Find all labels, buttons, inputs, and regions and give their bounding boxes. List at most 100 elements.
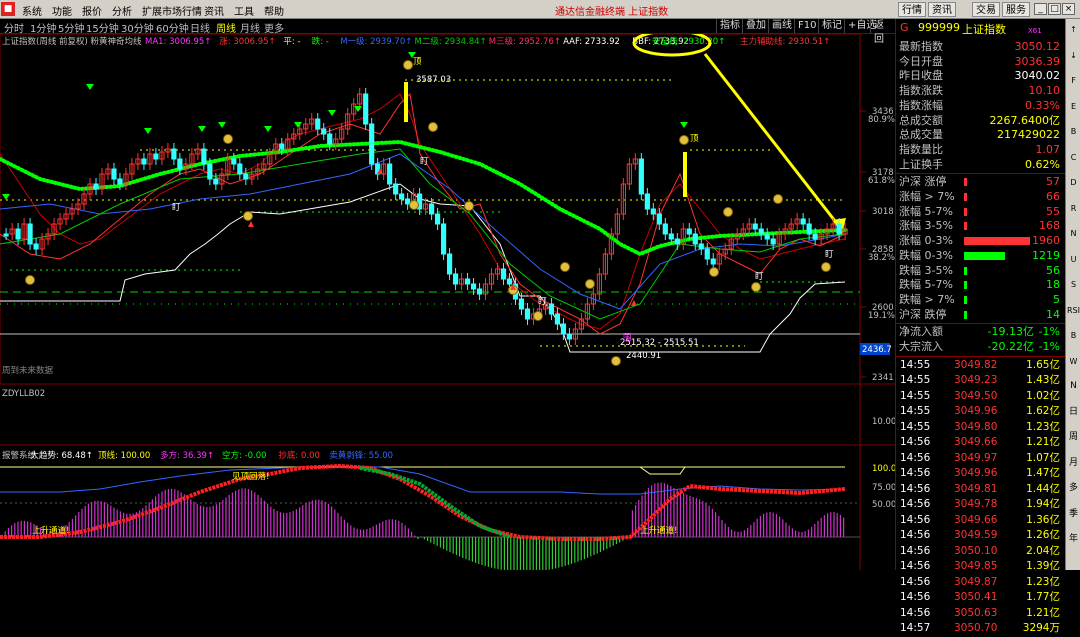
right-tool-button[interactable]: 月 [1067, 457, 1080, 470]
tab-more[interactable]: 更多 [264, 20, 284, 35]
trade-price: 3049.23 [954, 374, 998, 387]
candle-body [518, 298, 525, 310]
candle-body [434, 213, 441, 225]
bottom-legend-item: 抄底: 0.00 [278, 450, 320, 461]
right-tool-button[interactable]: ↓ [1067, 49, 1080, 62]
right-tool-button[interactable]: B [1067, 329, 1080, 342]
button-service[interactable]: 服务 [1002, 2, 1030, 17]
quote-row-label: 指数量比 [899, 142, 943, 156]
right-tool-button[interactable]: F [1067, 74, 1080, 87]
right-tool-button[interactable]: N [1067, 227, 1080, 240]
down-arrow-icon [294, 122, 302, 128]
candle-body [566, 333, 573, 340]
right-tool-button[interactable]: B [1067, 125, 1080, 138]
menu-item-help[interactable]: 帮助 [264, 3, 284, 18]
trade-time: 14:55 [900, 420, 931, 433]
trade-row: 14:56 3049.96 1.47亿 [898, 466, 1064, 482]
right-tool-button[interactable]: 季 [1067, 508, 1080, 521]
tab-monthly[interactable]: 月线 [240, 20, 260, 35]
tool-indicator[interactable]: 指标 [716, 19, 743, 33]
maximize-icon[interactable]: □ [1048, 3, 1061, 15]
menu-item-system[interactable]: 系统 [22, 3, 42, 18]
right-peak-highlight-bar [683, 152, 687, 197]
coin-icon [243, 211, 253, 221]
trade-row: 14:56 3049.59 1.26亿 [898, 528, 1064, 544]
low-range-label: 2515.32 - 2515.51 [620, 338, 699, 348]
candle-body [213, 178, 219, 185]
future-data-note: 周到未来数据 [2, 365, 54, 376]
menu-item-tools[interactable]: 工具 [234, 3, 254, 18]
menu-item-analysis[interactable]: 分析 [112, 3, 132, 18]
tool-f10[interactable]: F10 [794, 19, 819, 33]
right-tool-button[interactable]: S [1067, 278, 1080, 291]
right-tool-button[interactable]: 年 [1067, 533, 1080, 546]
tab-daily[interactable]: 日线 [190, 20, 210, 35]
bottom-axis-100: 100.0 [872, 464, 895, 474]
tab-intraday[interactable]: 分时 [4, 20, 24, 35]
tab-5min[interactable]: 5分钟 [58, 20, 84, 35]
candle-body [369, 123, 375, 165]
candle-body [428, 203, 435, 215]
menu-item-news[interactable]: 资讯 [204, 3, 224, 18]
tool-draw[interactable]: 画线 [768, 19, 795, 33]
candle-body [656, 213, 662, 225]
breadth-value: 56 [1046, 263, 1060, 277]
right-tool-button[interactable]: E [1067, 100, 1080, 113]
menu-item-quote[interactable]: 报价 [82, 3, 102, 18]
down-arrow-icon [144, 128, 152, 134]
kline-chart[interactable]: 上证指数(周线 前复权) 粉黄神奇均线 MA1: 3006.95↑ 涨: 3006… [0, 34, 895, 570]
button-quote[interactable]: 行情 [898, 2, 926, 17]
button-trade[interactable]: 交易 [972, 2, 1000, 17]
right-tool-button[interactable]: R [1067, 202, 1080, 215]
tool-back[interactable]: 返回 [870, 19, 895, 45]
right-tool-button[interactable]: D [1067, 176, 1080, 189]
tab-60min[interactable]: 60分钟 [156, 20, 189, 35]
mid-panel-title: ZDYLLB02 [2, 389, 45, 399]
trade-volume: 1.21亿 [1026, 436, 1060, 449]
trade-volume: 1.47亿 [1026, 467, 1060, 480]
breadth-value: 5 [1053, 292, 1060, 306]
label-top-fall: 见顶回落! [232, 471, 269, 482]
x-mark: X61 [1028, 27, 1042, 35]
menu-item-extended-market[interactable]: 扩展市场行情 [142, 3, 202, 18]
candle-body [3, 233, 9, 237]
legend-item: 涨: 3006.95↑ [219, 36, 275, 47]
tool-overlay[interactable]: 叠加 [742, 19, 769, 33]
candle-body [117, 178, 123, 185]
coin-icon [773, 194, 783, 204]
right-tool-button[interactable]: U [1067, 253, 1080, 266]
tab-30min[interactable]: 30分钟 [121, 20, 154, 35]
right-tool-button[interactable]: 多 [1067, 482, 1080, 495]
candle-body [387, 163, 393, 185]
tab-1min[interactable]: 1分钟 [30, 20, 56, 35]
tab-weekly[interactable]: 周线 [216, 20, 236, 35]
tool-mark[interactable]: 标记 [818, 19, 845, 33]
breadth-bar [964, 251, 1005, 260]
right-tool-button[interactable]: RSI [1067, 304, 1080, 317]
right-tool-button[interactable]: 日 [1067, 406, 1080, 419]
right-tool-button[interactable]: W [1067, 355, 1080, 368]
close-icon[interactable]: × [1062, 3, 1075, 15]
candle-body [650, 208, 656, 215]
trade-time: 14:56 [900, 482, 931, 495]
top-line-dip [639, 466, 686, 475]
right-tool-button[interactable]: C [1067, 151, 1080, 164]
quote-row-value: 2267.6400亿 [989, 113, 1061, 127]
breadth-value: 18 [1046, 278, 1060, 292]
menu-item-function[interactable]: 功能 [52, 3, 72, 18]
breadth-value: 1219 [1032, 248, 1060, 262]
bottom-axis-75: 75.00 [872, 483, 895, 493]
tab-15min[interactable]: 15分钟 [86, 20, 119, 35]
top-price-label: 3587.03 [416, 75, 451, 85]
trade-row: 14:56 3050.63 1.21亿 [898, 606, 1064, 622]
candle-body [638, 158, 644, 195]
legend-item: 跌: - [312, 36, 329, 47]
minimize-icon[interactable]: _ [1034, 3, 1047, 15]
right-tool-button[interactable]: ↑ [1067, 23, 1080, 36]
button-news[interactable]: 资讯 [928, 2, 956, 17]
trade-time: 14:56 [900, 591, 931, 604]
breadth-label: 涨幅 5-7% [899, 204, 953, 218]
right-tool-button[interactable]: N [1067, 380, 1080, 393]
candle-body [27, 223, 33, 245]
right-tool-button[interactable]: 周 [1067, 431, 1080, 444]
